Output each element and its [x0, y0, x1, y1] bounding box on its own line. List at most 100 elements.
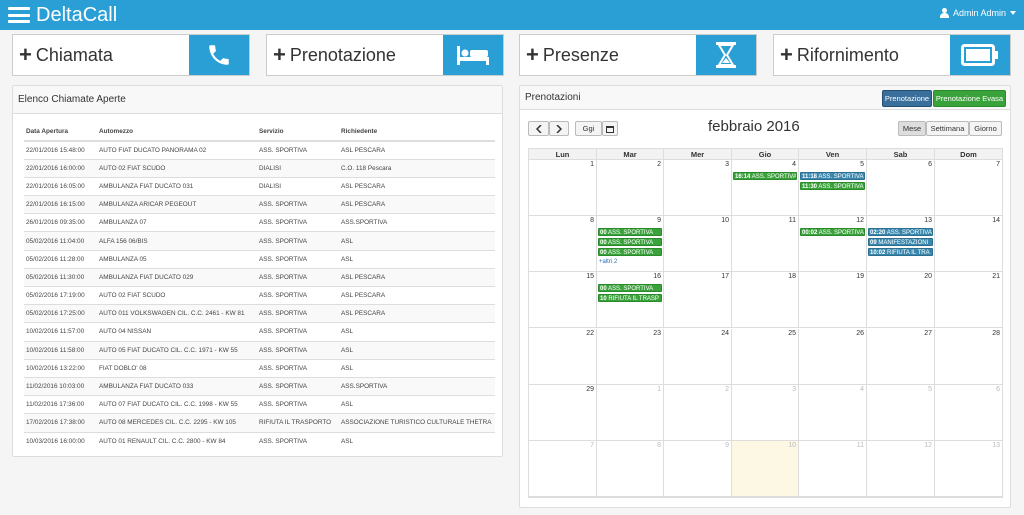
table-row[interactable]: 05/02/2016 17:19:00 AUTO 02 FIAT SCUDO ASS… — [24, 285, 495, 305]
calendar-day-cell[interactable]: 3 — [664, 160, 732, 217]
more-events-link[interactable]: +altri 2 — [599, 259, 617, 265]
table-row[interactable]: 10/03/2016 16:00:00 AUTO 01 RENAULT CIL. … — [24, 431, 495, 451]
table-row[interactable]: 05/02/2016 17:25:00 AUTO 011 VOLKSWAGEN C… — [24, 304, 495, 323]
calendar-event[interactable]: 10:02 RIFIUTA IL TRA — [868, 248, 933, 257]
calendar-day-cell[interactable]: 2 — [664, 384, 732, 441]
calendar-day-cell[interactable]: 3 — [732, 384, 799, 441]
prenotazione-filter-button[interactable]: Prenotazione — [882, 90, 932, 107]
presenze-button[interactable]: + Presenze — [519, 34, 757, 76]
calendar-day-cell[interactable]: 5 — [867, 384, 935, 441]
calendar-day-cell[interactable]: 10 — [664, 216, 732, 273]
calendar-day-cell[interactable]: 11 — [732, 216, 799, 273]
calendar-day-cell[interactable]: 6 — [867, 160, 935, 217]
view-day-button[interactable]: Giorno — [969, 121, 1002, 136]
calendar-event[interactable]: 11:18 ASS. SPORTIVA — [800, 172, 865, 180]
calendar-day-cell[interactable]: 8 — [529, 216, 597, 273]
calendar-day-cell[interactable]: 24 — [664, 328, 732, 385]
calendar-event[interactable]: 09 MANIFESTAZIONI — [868, 238, 933, 247]
calendar-day-cell[interactable]: 26 — [799, 328, 867, 385]
table-row[interactable]: 22/01/2016 15:48:00 AUTO FIAT DUCATO PANO… — [24, 140, 495, 160]
calendar-day-cell[interactable]: 10 — [732, 440, 799, 497]
table-row[interactable]: 11/02/2016 10:03:00 AMBULANZA FIAT DUCATO… — [24, 376, 495, 396]
rifornimento-button[interactable]: + Rifornimento — [773, 34, 1011, 76]
calendar-day-cell[interactable]: 12 — [867, 440, 935, 497]
calendar-day-cell[interactable]: 5 11:18 ASS. SPORTIVA 11:30 ASS. SPORTIVA — [799, 160, 867, 217]
event-time: 00 — [600, 240, 607, 247]
table-row[interactable]: 22/01/2016 16:00:00 AUTO 02 FIAT SCUDO DIA… — [24, 158, 495, 178]
app-title[interactable]: DeltaCall — [36, 4, 117, 27]
calendar-day-cell[interactable]: 8 — [597, 440, 664, 497]
calendar-day-cell[interactable]: 25 — [732, 328, 799, 385]
table-row[interactable]: 10/02/2016 13:22:00 FIAT DOBLO' 08 ASS. SP… — [24, 358, 495, 378]
calendar-day-cell[interactable]: 2 — [597, 160, 664, 217]
table-row[interactable]: 10/02/2016 11:58:00 AUTO 05 FIAT DUCATO C… — [24, 340, 495, 360]
table-row[interactable]: 05/02/2016 11:28:00 AMBULANZA 05 ASS. SPOR… — [24, 249, 495, 269]
prenotazione-evasa-filter-button[interactable]: Prenotazione Evasa — [933, 90, 1006, 107]
calendar-day-cell[interactable]: 28 — [935, 328, 1003, 385]
calendar-day-cell[interactable]: 1 — [529, 160, 597, 217]
bed-icon — [443, 35, 503, 75]
calendar-day-cell[interactable]: 22 — [529, 328, 597, 385]
calendar-day-cell[interactable]: 11 — [799, 440, 867, 497]
prenotazione-button[interactable]: + Prenotazione — [266, 34, 504, 76]
calendar-event[interactable]: 00 ASS. SPORTIVA — [598, 238, 662, 247]
calendar-day-cell[interactable]: 27 — [867, 328, 935, 385]
calendar-day-cell[interactable]: 12 00:02 ASS. SPORTIVA — [799, 216, 867, 273]
calendar-event[interactable]: 11:30 ASS. SPORTIVA — [800, 182, 865, 190]
today-button[interactable]: Ggi — [575, 121, 602, 136]
col-automezzo[interactable]: Automezzo — [97, 123, 257, 142]
day-number: 7 — [590, 441, 594, 449]
col-servizio[interactable]: Servizio — [257, 123, 339, 142]
calendar-event[interactable]: 00:02 ASS. SPORTIVA — [800, 228, 865, 237]
day-number: 4 — [792, 161, 796, 168]
chiamata-button[interactable]: + Chiamata — [12, 34, 250, 76]
col-richiedente[interactable]: Richiedente — [339, 123, 495, 142]
calendar-day-cell[interactable]: 29 — [529, 384, 597, 441]
calendar-day-cell[interactable]: 15 — [529, 272, 597, 329]
calendar-day-cell[interactable]: 6 — [935, 384, 1003, 441]
calendar-day-cell[interactable]: 19 — [799, 272, 867, 329]
calendar-day-cell[interactable]: 16 00 ASS. SPORTIVA 10 RIFIUTA IL TRASP — [597, 272, 664, 329]
cell-servizio: RIFIUTA IL TRASPORTO — [257, 413, 339, 432]
calendar-day-cell[interactable]: 17 — [664, 272, 732, 329]
table-row[interactable]: 26/01/2016 09:35:00 AMBULANZA 07 ASS. SPOR… — [24, 213, 495, 232]
next-month-button[interactable] — [549, 121, 569, 136]
calendar-event[interactable]: 02:20 ASS. SPORTIVA — [868, 228, 933, 237]
calendar-day-cell[interactable]: 13 — [935, 440, 1003, 497]
calendar-event[interactable]: 16:14 ASS. SPORTIVA — [733, 172, 797, 180]
calendar-day-cell[interactable]: 18 — [732, 272, 799, 329]
calendar-day-cell[interactable]: 9 00 ASS. SPORTIVA 00 ASS. SPORTIVA 00 ASS.… — [597, 216, 664, 273]
calendar-event[interactable]: 00 ASS. SPORTIVA — [598, 248, 662, 257]
calendar-event[interactable]: 00 ASS. SPORTIVA — [598, 284, 662, 293]
cell-automezzo: AMBULANZA FIAT DUCATO 033 — [97, 376, 257, 396]
table-row[interactable]: 11/02/2016 17:36:00 AUTO 07 FIAT DUCATO C… — [24, 395, 495, 414]
table-row[interactable]: 05/02/2016 11:30:00 AMBULANZA FIAT DUCATO… — [24, 267, 495, 287]
table-row[interactable]: 10/02/2016 11:57:00 AUTO 04 NISSAN ASS. SP… — [24, 322, 495, 342]
table-row[interactable]: 17/02/2016 17:38:00 AUTO 08 MERCEDES CIL.… — [24, 413, 495, 432]
menu-icon[interactable] — [8, 7, 30, 23]
calendar-day-cell[interactable]: 7 — [529, 440, 597, 497]
calendar-day-cell[interactable]: 9 — [664, 440, 732, 497]
date-picker-button[interactable] — [602, 121, 618, 136]
calendar-day-cell[interactable]: 7 — [935, 160, 1003, 217]
calendar-day-cell[interactable]: 1 — [597, 384, 664, 441]
calendar-event[interactable]: 10 RIFIUTA IL TRASP — [598, 294, 662, 303]
calendar-day-cell[interactable]: 14 — [935, 216, 1003, 273]
day-number: 21 — [992, 273, 1000, 281]
calendar-day-cell[interactable]: 4 — [799, 384, 867, 441]
user-menu[interactable]: Admin Admin — [939, 8, 1016, 18]
calendar-day-cell[interactable]: 20 — [867, 272, 935, 329]
prev-month-button[interactable] — [528, 121, 549, 136]
calendar-day-cell[interactable]: 4 16:14 ASS. SPORTIVA — [732, 160, 799, 217]
calendar-day-cell[interactable]: 21 — [935, 272, 1003, 329]
col-data-apertura[interactable]: Data Apertura — [24, 123, 97, 142]
calendar-day-cell[interactable]: 13 02:20 ASS. SPORTIVA 09 MANIFESTAZIONI 10… — [867, 216, 935, 273]
table-row[interactable]: 22/01/2016 16:05:00 AMBULANZA FIAT DUCATO… — [24, 176, 495, 196]
calendar-event[interactable]: 00 ASS. SPORTIVA — [598, 228, 662, 237]
table-row[interactable]: 05/02/2016 11:04:00 ALFA 156 06/BIS ASS. S… — [24, 231, 495, 251]
calendar-day-cell[interactable]: 23 — [597, 328, 664, 385]
cell-richiedente: ASL — [339, 395, 495, 414]
table-row[interactable]: 22/01/2016 16:15:00 AMBULANZA ARICAR PEGE… — [24, 195, 495, 214]
view-week-button[interactable]: Settimana — [926, 121, 969, 136]
view-month-button[interactable]: Mese — [898, 121, 926, 136]
